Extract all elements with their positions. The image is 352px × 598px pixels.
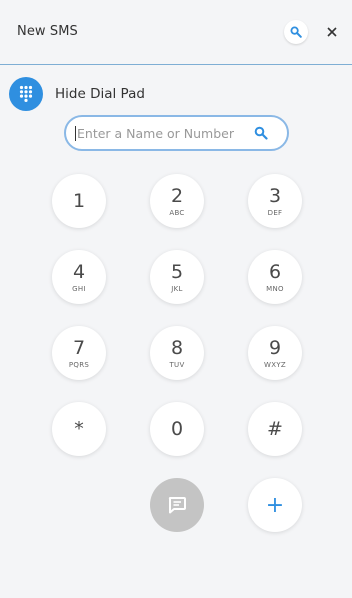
name-or-number-field[interactable] xyxy=(64,115,289,151)
dial-key-2[interactable]: 2 ABC xyxy=(150,174,204,228)
dial-key-5[interactable]: 5 JKL xyxy=(150,250,204,304)
key-letters: ABC xyxy=(169,208,185,217)
key-letters: TUV xyxy=(169,360,185,369)
dial-key-9[interactable]: 9 WXYZ xyxy=(248,326,302,380)
key-letters: WXYZ xyxy=(264,360,286,369)
dial-key-4[interactable]: 4 GHI xyxy=(52,250,106,304)
hide-dialpad-label: Hide Dial Pad xyxy=(55,86,145,102)
search-button[interactable] xyxy=(284,20,308,44)
search-icon xyxy=(254,126,268,140)
dial-key-star[interactable]: * xyxy=(52,402,106,456)
dial-key-7[interactable]: 7 PQRS xyxy=(52,326,106,380)
chat-bubble-icon xyxy=(168,497,186,514)
key-digit: 9 xyxy=(268,336,282,359)
dialpad-icon xyxy=(9,77,43,111)
key-digit: 8 xyxy=(170,336,184,359)
key-digit: # xyxy=(267,418,283,440)
close-icon xyxy=(327,27,337,37)
key-digit: 4 xyxy=(72,260,86,283)
key-digit: * xyxy=(74,418,84,440)
key-letters: PQRS xyxy=(68,360,90,369)
header: New SMS xyxy=(0,0,352,65)
key-letters: JKL xyxy=(171,284,183,293)
key-digit: 2 xyxy=(170,184,184,207)
dial-key-3[interactable]: 3 DEF xyxy=(248,174,302,228)
close-button[interactable] xyxy=(322,22,342,42)
dial-key-6[interactable]: 6 MNO xyxy=(248,250,302,304)
plus-icon: + xyxy=(265,492,285,518)
key-letters: DEF xyxy=(267,208,283,217)
key-digit: 7 xyxy=(72,336,86,359)
dial-key-hash[interactable]: # xyxy=(248,402,302,456)
key-digit: 1 xyxy=(72,190,86,212)
key-digit: 3 xyxy=(268,184,282,207)
dial-key-1[interactable]: 1 xyxy=(52,174,106,228)
key-letters: GHI xyxy=(72,284,86,293)
name-or-number-input[interactable] xyxy=(75,125,245,141)
key-letters: MNO xyxy=(266,284,284,293)
key-digit: 6 xyxy=(268,260,282,283)
hide-dialpad-toggle[interactable]: Hide Dial Pad xyxy=(9,77,145,111)
dial-key-8[interactable]: 8 TUV xyxy=(150,326,204,380)
key-digit: 5 xyxy=(170,260,184,283)
send-message-button[interactable] xyxy=(150,478,204,532)
add-recipient-button[interactable]: + xyxy=(248,478,302,532)
page-title: New SMS xyxy=(17,24,78,39)
search-icon xyxy=(290,26,302,38)
dial-key-0[interactable]: 0 xyxy=(150,402,204,456)
key-digit: 0 xyxy=(170,418,184,440)
